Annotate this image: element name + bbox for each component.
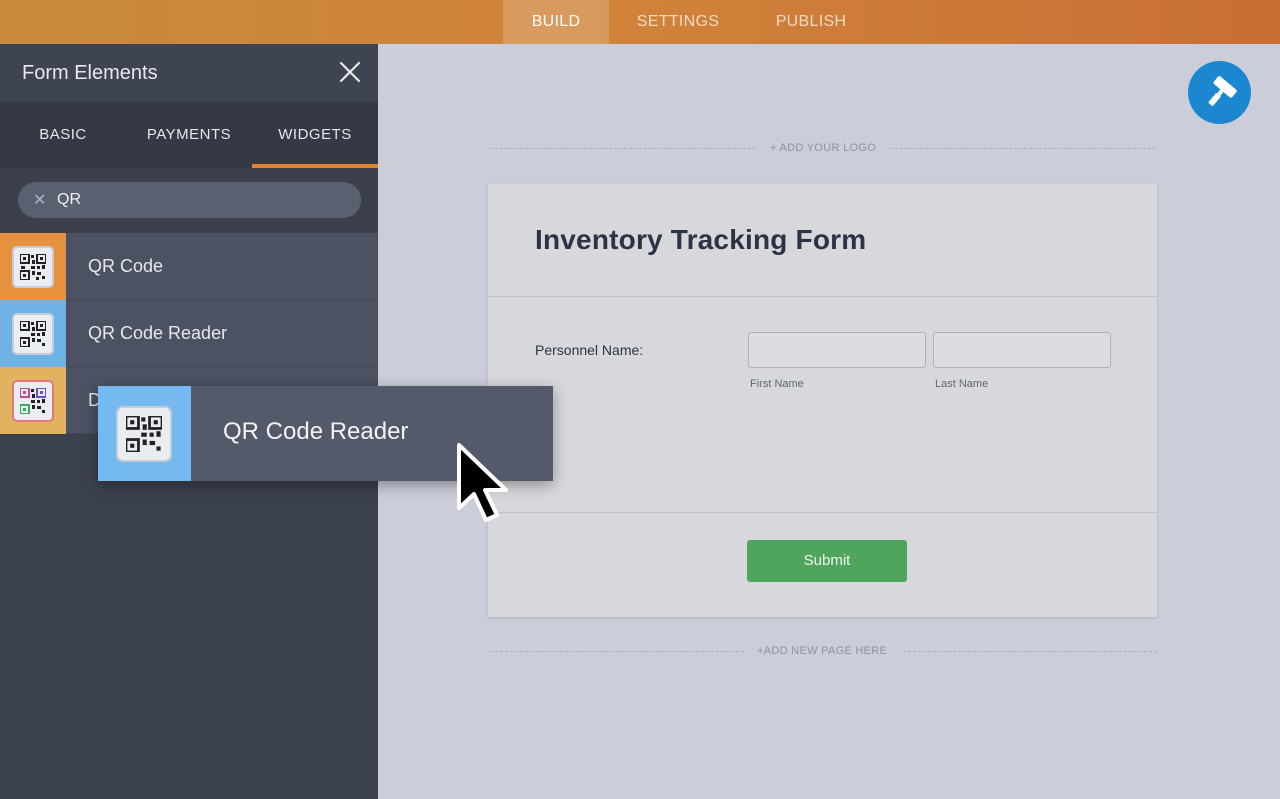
page-divider-left: [490, 651, 744, 652]
tab-settings[interactable]: SETTINGS: [609, 0, 747, 44]
submit-divider: [488, 512, 1157, 513]
qr-pattern: [20, 388, 46, 414]
qr-code-reader-icon: [116, 406, 172, 462]
add-new-page-link[interactable]: +ADD NEW PAGE HERE: [757, 645, 887, 657]
widget-item-label: QR Code Reader: [88, 323, 228, 343]
form-designer-button[interactable]: [1188, 61, 1251, 124]
tab-build[interactable]: BUILD: [503, 0, 609, 44]
qr-pattern: [126, 416, 162, 452]
builder-tabs: BUILD SETTINGS PUBLISH: [503, 0, 875, 44]
qr-code-colored-icon: [12, 380, 54, 422]
panel-title: Form Elements: [22, 62, 158, 84]
mouse-pointer-icon: [457, 443, 508, 522]
widget-item-qr-code[interactable]: QR Code: [0, 233, 378, 300]
widget-item-label: QR Code: [88, 256, 164, 276]
first-name-field[interactable]: [748, 332, 926, 368]
qr-code-reader-icon: [12, 313, 54, 355]
qr-code-tile: [0, 233, 66, 300]
tab-widgets[interactable]: WIDGETS: [252, 102, 378, 168]
form-title[interactable]: Inventory Tracking Form: [535, 224, 866, 256]
qr-code-reader-tile: [0, 300, 66, 367]
clear-search-icon[interactable]: ✕: [33, 190, 46, 210]
page-divider-right: [903, 651, 1157, 652]
last-name-sublabel: Last Name: [935, 378, 989, 390]
header-divider: [488, 296, 1157, 297]
form-card: Inventory Tracking Form Personnel Name: …: [488, 184, 1157, 617]
dragged-widget-label: QR Code Reader: [223, 418, 409, 445]
tab-publish[interactable]: PUBLISH: [747, 0, 875, 44]
widget-item-qr-code-reader[interactable]: QR Code Reader: [0, 300, 378, 367]
first-name-sublabel: First Name: [750, 378, 804, 390]
search-input[interactable]: ✕ QR: [18, 182, 361, 218]
close-panel-button[interactable]: [338, 60, 362, 84]
qr-code-icon: [12, 246, 54, 288]
qr-pattern: [20, 321, 46, 347]
search-value: QR: [57, 191, 81, 208]
add-logo-link[interactable]: + ADD YOUR LOGO: [770, 142, 876, 154]
submit-button[interactable]: Submit: [747, 540, 907, 582]
panel-tabs: BASIC PAYMENTS WIDGETS: [0, 102, 378, 168]
close-icon: [339, 61, 361, 83]
top-navigation-bar: BUILD SETTINGS PUBLISH: [0, 0, 1280, 44]
tab-basic[interactable]: BASIC: [0, 102, 126, 168]
logo-divider-right: [890, 148, 1156, 149]
dragged-widget-tile: [98, 386, 191, 481]
tab-payments[interactable]: PAYMENTS: [126, 102, 252, 168]
logo-divider-left: [490, 148, 756, 149]
last-name-field[interactable]: [933, 332, 1111, 368]
search-area: ✕ QR: [0, 168, 378, 232]
qr-pattern: [20, 254, 46, 280]
qr-code-colored-tile: [0, 367, 66, 434]
personnel-name-label: Personnel Name:: [535, 342, 644, 358]
paint-roller-icon: [1208, 76, 1237, 106]
panel-header: Form Elements: [0, 44, 378, 102]
